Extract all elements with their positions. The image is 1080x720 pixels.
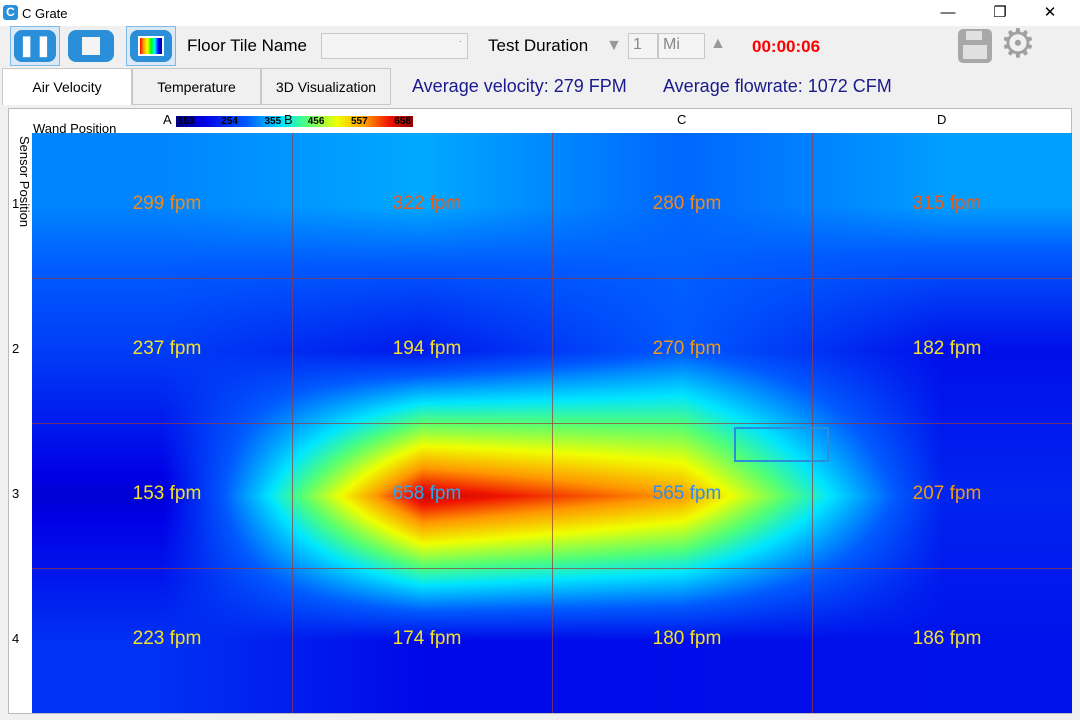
cell-value-label: 180 fpm — [652, 627, 722, 649]
window-title: C Grate — [22, 6, 68, 21]
cell-value-label: 315 fpm — [912, 192, 982, 214]
colorbar-tick: 153 — [178, 116, 195, 127]
row-header: 2 — [12, 340, 20, 356]
minimize-button[interactable]: — — [928, 2, 968, 24]
settings-gear-icon[interactable]: ⚙ — [1000, 22, 1036, 66]
colorbar-tick: 456 — [307, 116, 325, 127]
timer: 00:00:06 — [752, 37, 821, 56]
app-logo-icon: C — [3, 5, 18, 20]
grid-line — [812, 133, 813, 713]
cell-value-label: 174 fpm — [392, 627, 462, 649]
chevron-down-icon: · — [458, 36, 462, 47]
average-flowrate: Average flowrate: 1072 CFM — [663, 76, 892, 96]
colorbar-tick: 658 — [394, 116, 411, 127]
cell-value-label: 207 fpm — [912, 482, 982, 504]
grid-line — [32, 568, 1072, 569]
colormap-button[interactable] — [130, 30, 172, 62]
save-icon[interactable] — [958, 29, 992, 63]
cell-value-label: 237 fpm — [132, 337, 202, 359]
column-header: A — [163, 112, 172, 127]
title-bar: C C Grate — ❐ ✕ — [0, 0, 1080, 26]
cell-value-label: 565 fpm — [652, 482, 722, 504]
cell-value-label: 658 fpm — [392, 482, 462, 504]
average-velocity: Average velocity: 279 FPM — [412, 76, 627, 96]
selection-rectangle — [734, 427, 829, 462]
row-header: 3 — [12, 485, 20, 501]
decrease-duration-button[interactable]: ▼ — [606, 37, 622, 55]
y-axis-label: Sensor Position — [17, 136, 32, 228]
cell-value-label: 299 fpm — [132, 192, 202, 214]
duration-unit-dropdown[interactable]: Mi — [658, 33, 705, 59]
pause-button[interactable]: ❚❚ — [14, 30, 56, 62]
tab-air-velocity[interactable]: Air Velocity — [2, 68, 132, 105]
cell-value-label: 322 fpm — [392, 192, 462, 214]
maximize-button[interactable]: ❐ — [980, 2, 1020, 24]
column-header: D — [937, 112, 947, 127]
cell-value-label: 270 fpm — [652, 337, 722, 359]
increase-duration-button[interactable]: ▲ — [710, 35, 726, 53]
cell-value-label: 194 fpm — [392, 337, 462, 359]
colormap-icon — [138, 36, 164, 56]
floor-tile-label: Floor Tile Name — [187, 36, 307, 55]
stop-button[interactable] — [68, 30, 114, 62]
test-duration-label: Test Duration — [488, 36, 589, 55]
cell-value-label: 153 fpm — [132, 482, 202, 504]
cell-value-label: 280 fpm — [652, 192, 722, 214]
stop-icon — [82, 37, 100, 55]
grid-line — [32, 423, 1072, 424]
colorbar-tick: 557 — [351, 116, 368, 127]
duration-input[interactable]: 1 — [628, 33, 658, 59]
row-header: 1 — [12, 195, 20, 211]
tab-temperature[interactable]: Temperature — [132, 68, 261, 105]
close-button[interactable]: ✕ — [1030, 2, 1070, 24]
cell-value-label: 223 fpm — [132, 627, 202, 649]
cell-value-label: 186 fpm — [912, 627, 982, 649]
tab-3d-visualization[interactable]: 3D Visualization — [261, 68, 391, 105]
column-header: C — [677, 112, 687, 127]
colorbar: 153 254 355 456 557 658 — [176, 116, 413, 127]
column-header: B — [284, 112, 293, 127]
colorbar-tick: 254 — [221, 116, 238, 127]
floor-tile-dropdown[interactable]: · — [321, 33, 468, 59]
colorbar-tick: 355 — [264, 116, 282, 127]
cell-value-label: 182 fpm — [912, 337, 982, 359]
row-header: 4 — [12, 630, 20, 646]
